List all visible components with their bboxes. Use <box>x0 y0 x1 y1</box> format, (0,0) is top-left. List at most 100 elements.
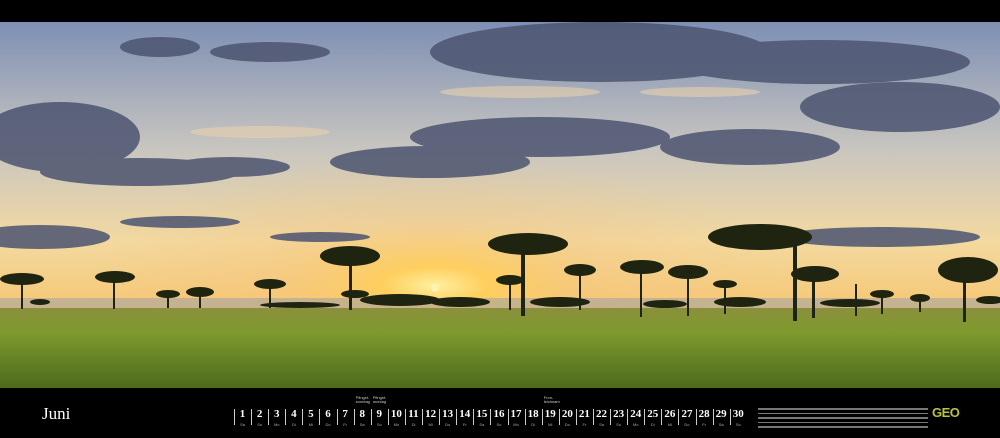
calendar-day: 11 Di <box>404 408 422 427</box>
calendar-day: 5 Mi <box>302 408 319 427</box>
calendar-day: 15 Sa <box>473 408 490 427</box>
weekday-label: Sa <box>359 422 365 427</box>
day-separator <box>353 409 355 425</box>
calendar-day: 25 Di <box>644 408 661 427</box>
day-number: 3 <box>273 408 280 420</box>
holiday-note: Fron- leichnam <box>543 395 560 404</box>
holiday-note: Pfingst- montag <box>372 395 387 404</box>
weekday-label: So <box>735 422 741 427</box>
day-separator <box>336 409 338 425</box>
weekday-label: Di <box>411 422 416 427</box>
day-separator <box>370 409 372 425</box>
calendar-day: 20 Do <box>558 408 576 427</box>
day-number: 26 <box>664 408 676 420</box>
day-number: 25 <box>647 408 659 420</box>
day-number: 10 <box>390 408 402 420</box>
weekday-label: Mi <box>548 422 553 427</box>
day-separator <box>456 409 458 425</box>
calendar-day: 4 Di <box>285 408 302 427</box>
day-number: 6 <box>325 408 331 420</box>
calendar-day: 9 So Pfingst- montag <box>370 396 388 427</box>
day-number: 14 <box>459 408 471 420</box>
day-separator <box>404 409 406 425</box>
day-separator <box>610 409 612 425</box>
savanna-sunset-photo <box>0 22 1000 388</box>
day-separator <box>251 409 253 425</box>
weekday-label: Sa <box>718 422 724 427</box>
calendar-day: 22 Sa <box>592 408 610 427</box>
day-number: 27 <box>681 408 693 420</box>
calendar-day: 18 Di <box>524 408 542 427</box>
weekday-label: Mo <box>393 422 400 427</box>
day-separator <box>644 409 646 425</box>
day-number: 22 <box>596 408 608 420</box>
calendar-day: 26 Mi <box>661 408 678 427</box>
weekday-label: So <box>257 422 263 427</box>
weekday-label: Mo <box>273 422 280 427</box>
weekday-label: Di <box>291 422 296 427</box>
calendar-day: 12 Mi <box>422 408 439 427</box>
weekday-label: Do <box>684 422 690 427</box>
day-number: 5 <box>308 408 314 420</box>
day-separator <box>729 409 731 425</box>
weekday-label: So <box>496 422 502 427</box>
weekday-label: Fr <box>343 422 347 427</box>
day-separator <box>439 409 441 425</box>
day-number: 30 <box>732 408 744 420</box>
day-number: 17 <box>510 408 522 420</box>
day-number: 4 <box>291 408 297 420</box>
day-separator <box>575 409 577 425</box>
calendar-day: 27 Do <box>678 408 695 427</box>
weekday-label: Mi <box>428 422 433 427</box>
day-number: 13 <box>442 408 454 420</box>
calendar-day: 6 Do <box>319 408 336 427</box>
calendar-day: 13 Do <box>439 408 456 427</box>
day-separator <box>524 409 526 425</box>
weekday-label: Do <box>564 422 570 427</box>
day-separator <box>558 409 560 425</box>
weekday-label: Fr <box>702 422 706 427</box>
calendar-day: 10 Mo <box>387 408 405 427</box>
day-number: 9 <box>376 408 383 420</box>
day-separator <box>695 409 697 425</box>
weekday-label: Di <box>650 422 655 427</box>
weekday-label: So <box>616 422 622 427</box>
day-number: 23 <box>613 408 625 420</box>
calendar-day: 16 So <box>490 408 507 427</box>
weekday-label: Do <box>445 422 451 427</box>
calendar-day: 14 Fr <box>456 408 473 427</box>
day-number: 8 <box>359 408 365 420</box>
day-number: 20 <box>561 408 573 420</box>
day-separator <box>302 409 304 425</box>
day-number: 11 <box>408 408 419 420</box>
day-separator <box>422 409 424 425</box>
calendar-day: 24 Mo <box>627 408 644 427</box>
day-number: 18 <box>527 408 539 420</box>
calendar-day: 21 Fr <box>575 408 593 427</box>
sun <box>431 284 439 292</box>
calendar-day: 3 Mo <box>268 408 285 427</box>
day-number: 7 <box>342 408 348 420</box>
calendar-day: 30 So <box>729 408 747 427</box>
day-separator <box>285 409 287 425</box>
day-list: 1 Sa 2 So 3 Mo 4 Di 5 Mi 6 Do 7 Fr 8 Sa Pfingst- sonntag… <box>234 396 747 427</box>
weekday-label: Sa <box>599 422 604 427</box>
calendar-footer: Juni 1 Sa 2 So 3 Mo 4 Di 5 Mi 6 Do 7 Fr 8 Sa Pfingst- so… <box>0 388 1000 438</box>
day-number: 21 <box>578 408 590 420</box>
day-number: 28 <box>698 408 710 420</box>
day-separator <box>661 409 663 425</box>
photo-caption <box>758 408 928 430</box>
day-separator <box>541 409 543 425</box>
day-separator <box>627 409 629 425</box>
day-number: 15 <box>476 408 488 420</box>
day-separator <box>387 409 389 425</box>
day-number: 16 <box>493 408 505 420</box>
day-number: 29 <box>715 408 727 420</box>
day-number: 19 <box>544 408 556 420</box>
weekday-label: Mi <box>667 422 672 427</box>
day-number: 2 <box>256 408 263 420</box>
weekday-label: Sa <box>240 422 245 427</box>
day-separator <box>319 409 321 425</box>
day-separator <box>507 409 509 425</box>
day-separator <box>234 409 235 425</box>
